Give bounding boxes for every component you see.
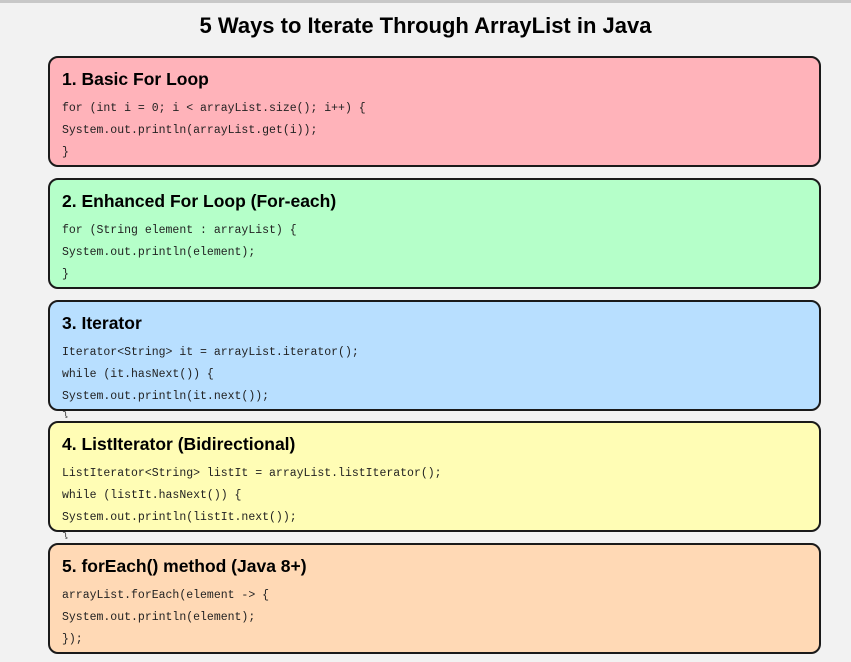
method-card-listiterator: 4. ListIterator (Bidirectional) ListIter… (48, 421, 821, 539)
code-line: arrayList.forEach(element -> { (62, 589, 270, 602)
method-title: 5. forEach() method (Java 8+) (62, 556, 307, 576)
code-line: for (int i = 0; i < arrayList.size(); i+… (62, 102, 366, 115)
method-title: 2. Enhanced For Loop (For-each) (62, 191, 337, 211)
code-line: System.out.println(element); (62, 611, 256, 624)
method-title: 1. Basic For Loop (62, 69, 209, 89)
code-line-overflow: } (62, 532, 69, 539)
method-card-enhanced-for: 2. Enhanced For Loop (For-each) for (Str… (48, 178, 821, 289)
method-title: 4. ListIterator (Bidirectional) (62, 434, 296, 454)
method-card-basic-for: 1. Basic For Loop for (int i = 0; i < ar… (48, 56, 821, 167)
code-line: for (String element : arrayList) { (62, 224, 297, 237)
code-line: System.out.println(listIt.next()); (62, 511, 297, 524)
method-title: 3. Iterator (62, 313, 142, 333)
code-line: } (62, 146, 69, 159)
code-line-overflow: } (62, 411, 69, 418)
code-line: }); (62, 633, 83, 646)
code-line: } (62, 268, 69, 281)
code-line: while (it.hasNext()) { (62, 368, 214, 381)
top-border (0, 0, 851, 3)
code-line: System.out.println(it.next()); (62, 390, 270, 403)
page-title: 5 Ways to Iterate Through ArrayList in J… (199, 13, 652, 38)
code-line: ListIterator<String> listIt = arrayList.… (62, 467, 442, 480)
code-line: Iterator<String> it = arrayList.iterator… (62, 346, 359, 359)
method-card-foreach-java8: 5. forEach() method (Java 8+) arrayList.… (48, 543, 821, 654)
code-line: System.out.println(element); (62, 246, 256, 259)
method-card-iterator: 3. Iterator Iterator<String> it = arrayL… (48, 300, 821, 418)
code-line: while (listIt.hasNext()) { (62, 489, 242, 502)
code-line: System.out.println(arrayList.get(i)); (62, 124, 318, 137)
